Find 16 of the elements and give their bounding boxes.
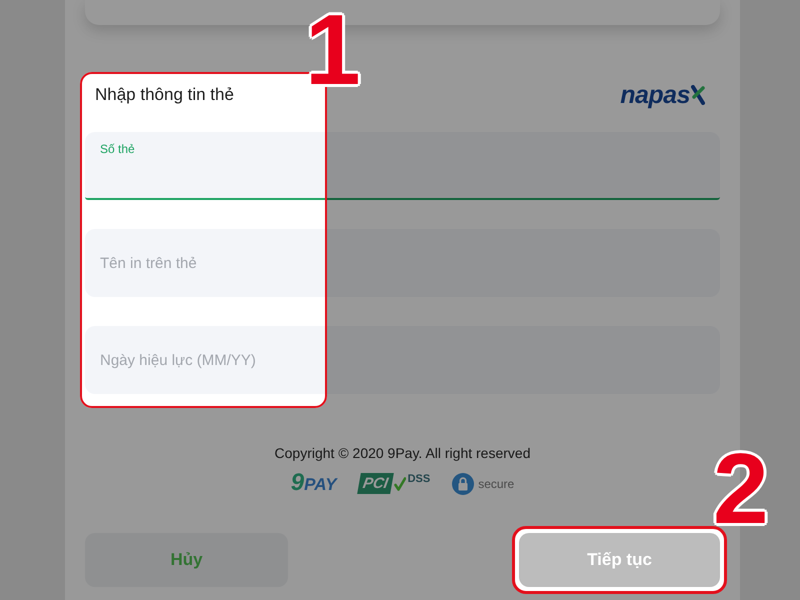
brand-wordmark: napas xyxy=(620,82,690,108)
input-field[interactable]: Ngày hiệu lực (MM/YY) xyxy=(85,326,720,394)
logo-text: secure xyxy=(478,476,514,490)
input-field[interactable]: Tên in trên thẻ xyxy=(85,229,720,297)
lock-icon xyxy=(452,472,474,494)
cross-star-icon xyxy=(691,85,705,105)
checkmark-icon xyxy=(394,476,406,490)
logo-text: PCI xyxy=(356,473,394,494)
logo-text: DSS xyxy=(408,473,430,486)
step-number: 1 xyxy=(305,13,361,88)
cancel-button[interactable]: Hủy xyxy=(85,533,288,587)
logo-text: 9PAY xyxy=(290,472,337,496)
form-title: Nhập thông tin thẻ xyxy=(95,84,234,106)
step-number: 2 xyxy=(713,452,769,527)
input-field[interactable]: Số thẻ xyxy=(85,132,720,200)
copyright-text: Copyright © 2020 9Pay. All right reserved xyxy=(274,445,532,462)
